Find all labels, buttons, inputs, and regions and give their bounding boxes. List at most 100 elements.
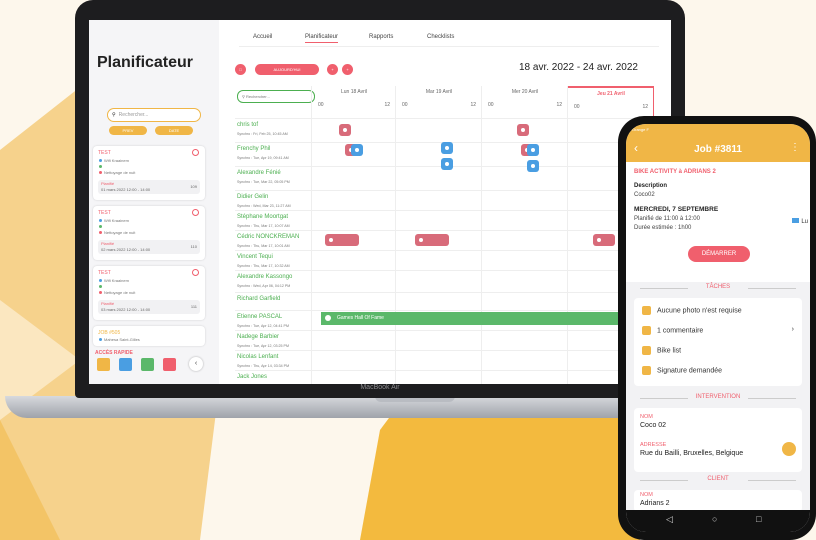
person-name: Cédric NONCKREMAN — [237, 234, 300, 240]
start-button[interactable]: DÉMARRER — [688, 246, 750, 262]
event-block[interactable] — [527, 160, 539, 172]
quick-access-yellow[interactable] — [97, 358, 110, 371]
task-label: Aucune photo n'est requise — [657, 307, 742, 315]
hour-label: 00 — [574, 104, 580, 110]
calendar-icon: □ — [239, 67, 242, 72]
task-item[interactable]: Bike list — [642, 346, 681, 355]
chevron-right-icon: › — [791, 326, 794, 333]
address-label: ADRESSE — [640, 442, 667, 448]
person-sync: Synchro : Thu, Apr 14, 03:34 PM — [237, 364, 290, 368]
card-line: Nettoyage de nuit — [104, 290, 136, 295]
day-header: Mar 19 Avril 00 12 — [395, 86, 482, 114]
home-nav-icon[interactable]: ○ — [712, 514, 717, 524]
device-label: MacBook Air — [360, 384, 400, 391]
next-week-button[interactable]: + — [342, 64, 353, 75]
person-row[interactable]: Jack Jones — [235, 370, 671, 384]
event-block[interactable] — [517, 124, 529, 136]
person-sync: Synchro : Thu, Mar 17, 10:07 AM — [237, 224, 290, 228]
person-row[interactable]: chris tof Synchro : Fri, Feb 25, 10:45 AM — [235, 118, 671, 143]
job-card[interactable]: TEST Wifi Kraainem Nettoyage de nuit Pla… — [93, 146, 205, 200]
planned-time: Planifié de 11:00 à 12:00 — [634, 216, 700, 222]
calendar-button[interactable]: □ — [235, 64, 246, 75]
close-icon[interactable] — [192, 269, 199, 276]
quick-access-red[interactable] — [163, 358, 176, 371]
job-card[interactable]: TEST Wifi Kraainem Nettoyage de nuit Pla… — [93, 266, 205, 320]
event-block[interactable] — [339, 124, 351, 136]
address-value: Rue du Bailli, Bruxelles, Belgique — [640, 450, 744, 457]
map-pin-icon[interactable] — [782, 442, 796, 456]
card-line: Wifi Kraainem — [104, 278, 129, 283]
quick-access-blue[interactable] — [119, 358, 132, 371]
person-sync: Synchro : Thu, Mar 17, 10:01 AM — [237, 244, 290, 248]
event-block[interactable] — [593, 234, 615, 246]
close-icon[interactable] — [192, 209, 199, 216]
person-sync: Synchro : Wed, Mar 23, 11:27 AM — [237, 204, 291, 208]
card-count: 111 — [190, 304, 197, 309]
card-count: 109 — [190, 184, 197, 189]
hour-label: 00 — [488, 102, 494, 108]
task-item[interactable]: Aucune photo n'est requise — [642, 306, 742, 315]
event-block[interactable] — [351, 144, 363, 156]
tab-checklists[interactable]: Checklists — [427, 34, 454, 40]
planned-label: Planifié — [101, 241, 115, 246]
day-header: Mer 20 Avril 00 12 — [481, 86, 568, 114]
day-header-today: Jeu 21 Avril 00 12 — [567, 86, 654, 116]
event-block[interactable] — [527, 144, 539, 156]
job-card[interactable]: JOB #505 Mahesa Saint-Gilles — [93, 326, 205, 346]
hour-label: 12 — [642, 104, 648, 110]
task-item[interactable]: 1 commentaire › — [642, 326, 794, 335]
event-block[interactable] — [325, 234, 359, 246]
quick-access-green[interactable] — [141, 358, 154, 371]
collapse-button[interactable]: ‹ — [189, 357, 203, 371]
filter-button-a[interactable]: PREV — [109, 126, 147, 135]
close-icon[interactable] — [192, 149, 199, 156]
mail-icon — [792, 218, 800, 223]
person-row[interactable]: Frenchy Phil Synchro : Tue, Apr 19, 09:41… — [235, 142, 671, 167]
event-block[interactable] — [415, 234, 449, 246]
filter-button-b[interactable]: DATE — [155, 126, 193, 135]
event-block[interactable] — [441, 142, 453, 154]
card-title: TEST — [98, 270, 111, 276]
task-label: 1 commentaire — [657, 327, 704, 335]
side-badge[interactable]: Lu — [792, 218, 808, 225]
app-screen: Planificateur ⚲ Rechercher... PREV DATE … — [89, 20, 671, 384]
person-sync: Synchro : Fri, Feb 25, 10:45 AM — [237, 132, 288, 136]
phone-header: Orange F ‹ Job #3811 ⋮ — [626, 124, 810, 162]
more-icon[interactable]: ⋮ — [790, 142, 800, 153]
tab-accueil[interactable]: Accueil — [253, 34, 272, 40]
planned-label: Planifié — [101, 301, 115, 306]
event-block[interactable] — [441, 158, 453, 170]
planned-label: Planifié — [101, 181, 115, 186]
person-name: Vincent Tequi — [237, 254, 273, 260]
add-icon: + — [346, 67, 349, 72]
person-row[interactable]: Alexandre Fénié Synchro : Tue, Mar 22, 05… — [235, 166, 671, 191]
search-input[interactable]: ⚲ Rechercher... — [107, 108, 201, 122]
job-details: BIKE ACTIVITY à ADRIANS 2 Description Co… — [626, 162, 810, 282]
phone-screen: Orange F ‹ Job #3811 ⋮ BIKE ACTIVITY à A… — [626, 124, 810, 532]
tab-rapports[interactable]: Rapports — [369, 34, 393, 40]
day-label: Mar 19 Avril — [425, 89, 453, 95]
card-line: Wifi Kraainem — [104, 158, 129, 163]
chevron-left-icon: ‹ — [194, 360, 198, 367]
add-icon: + — [331, 67, 334, 72]
task-item[interactable]: Signature demandée — [642, 366, 722, 375]
person-name: Nadege Barbier — [237, 334, 280, 340]
recents-nav-icon[interactable]: □ — [756, 514, 761, 524]
card-title: TEST — [98, 210, 111, 216]
page-title: Planificateur — [97, 54, 194, 71]
tasks-section: TÂCHES — [626, 284, 810, 290]
search-placeholder: Rechercher... — [118, 112, 149, 118]
job-card[interactable]: TEST Wifi Kraainem Nettoyage de nuit Pla… — [93, 206, 205, 260]
quick-access-label: ACCÈS RAPIDE — [95, 350, 133, 356]
card-line: Wifi Kraainem — [104, 218, 129, 223]
comment-icon — [642, 326, 651, 335]
person-name: chris tof — [237, 122, 259, 128]
side-badge-label: Lu — [801, 219, 808, 225]
today-button[interactable]: AUJOURD'HUI — [255, 64, 319, 75]
tab-planificateur[interactable]: Planificateur — [305, 34, 339, 43]
prev-week-button[interactable]: + — [327, 64, 338, 75]
person-name: Etienne PASCAL — [237, 314, 283, 320]
person-row[interactable]: Alexandre Kassongo Synchro : Wed, Apr 06,… — [235, 270, 671, 293]
back-nav-icon[interactable]: ◁ — [666, 514, 673, 525]
grid-search-input[interactable]: ⚲ Rechercher... — [237, 90, 315, 103]
